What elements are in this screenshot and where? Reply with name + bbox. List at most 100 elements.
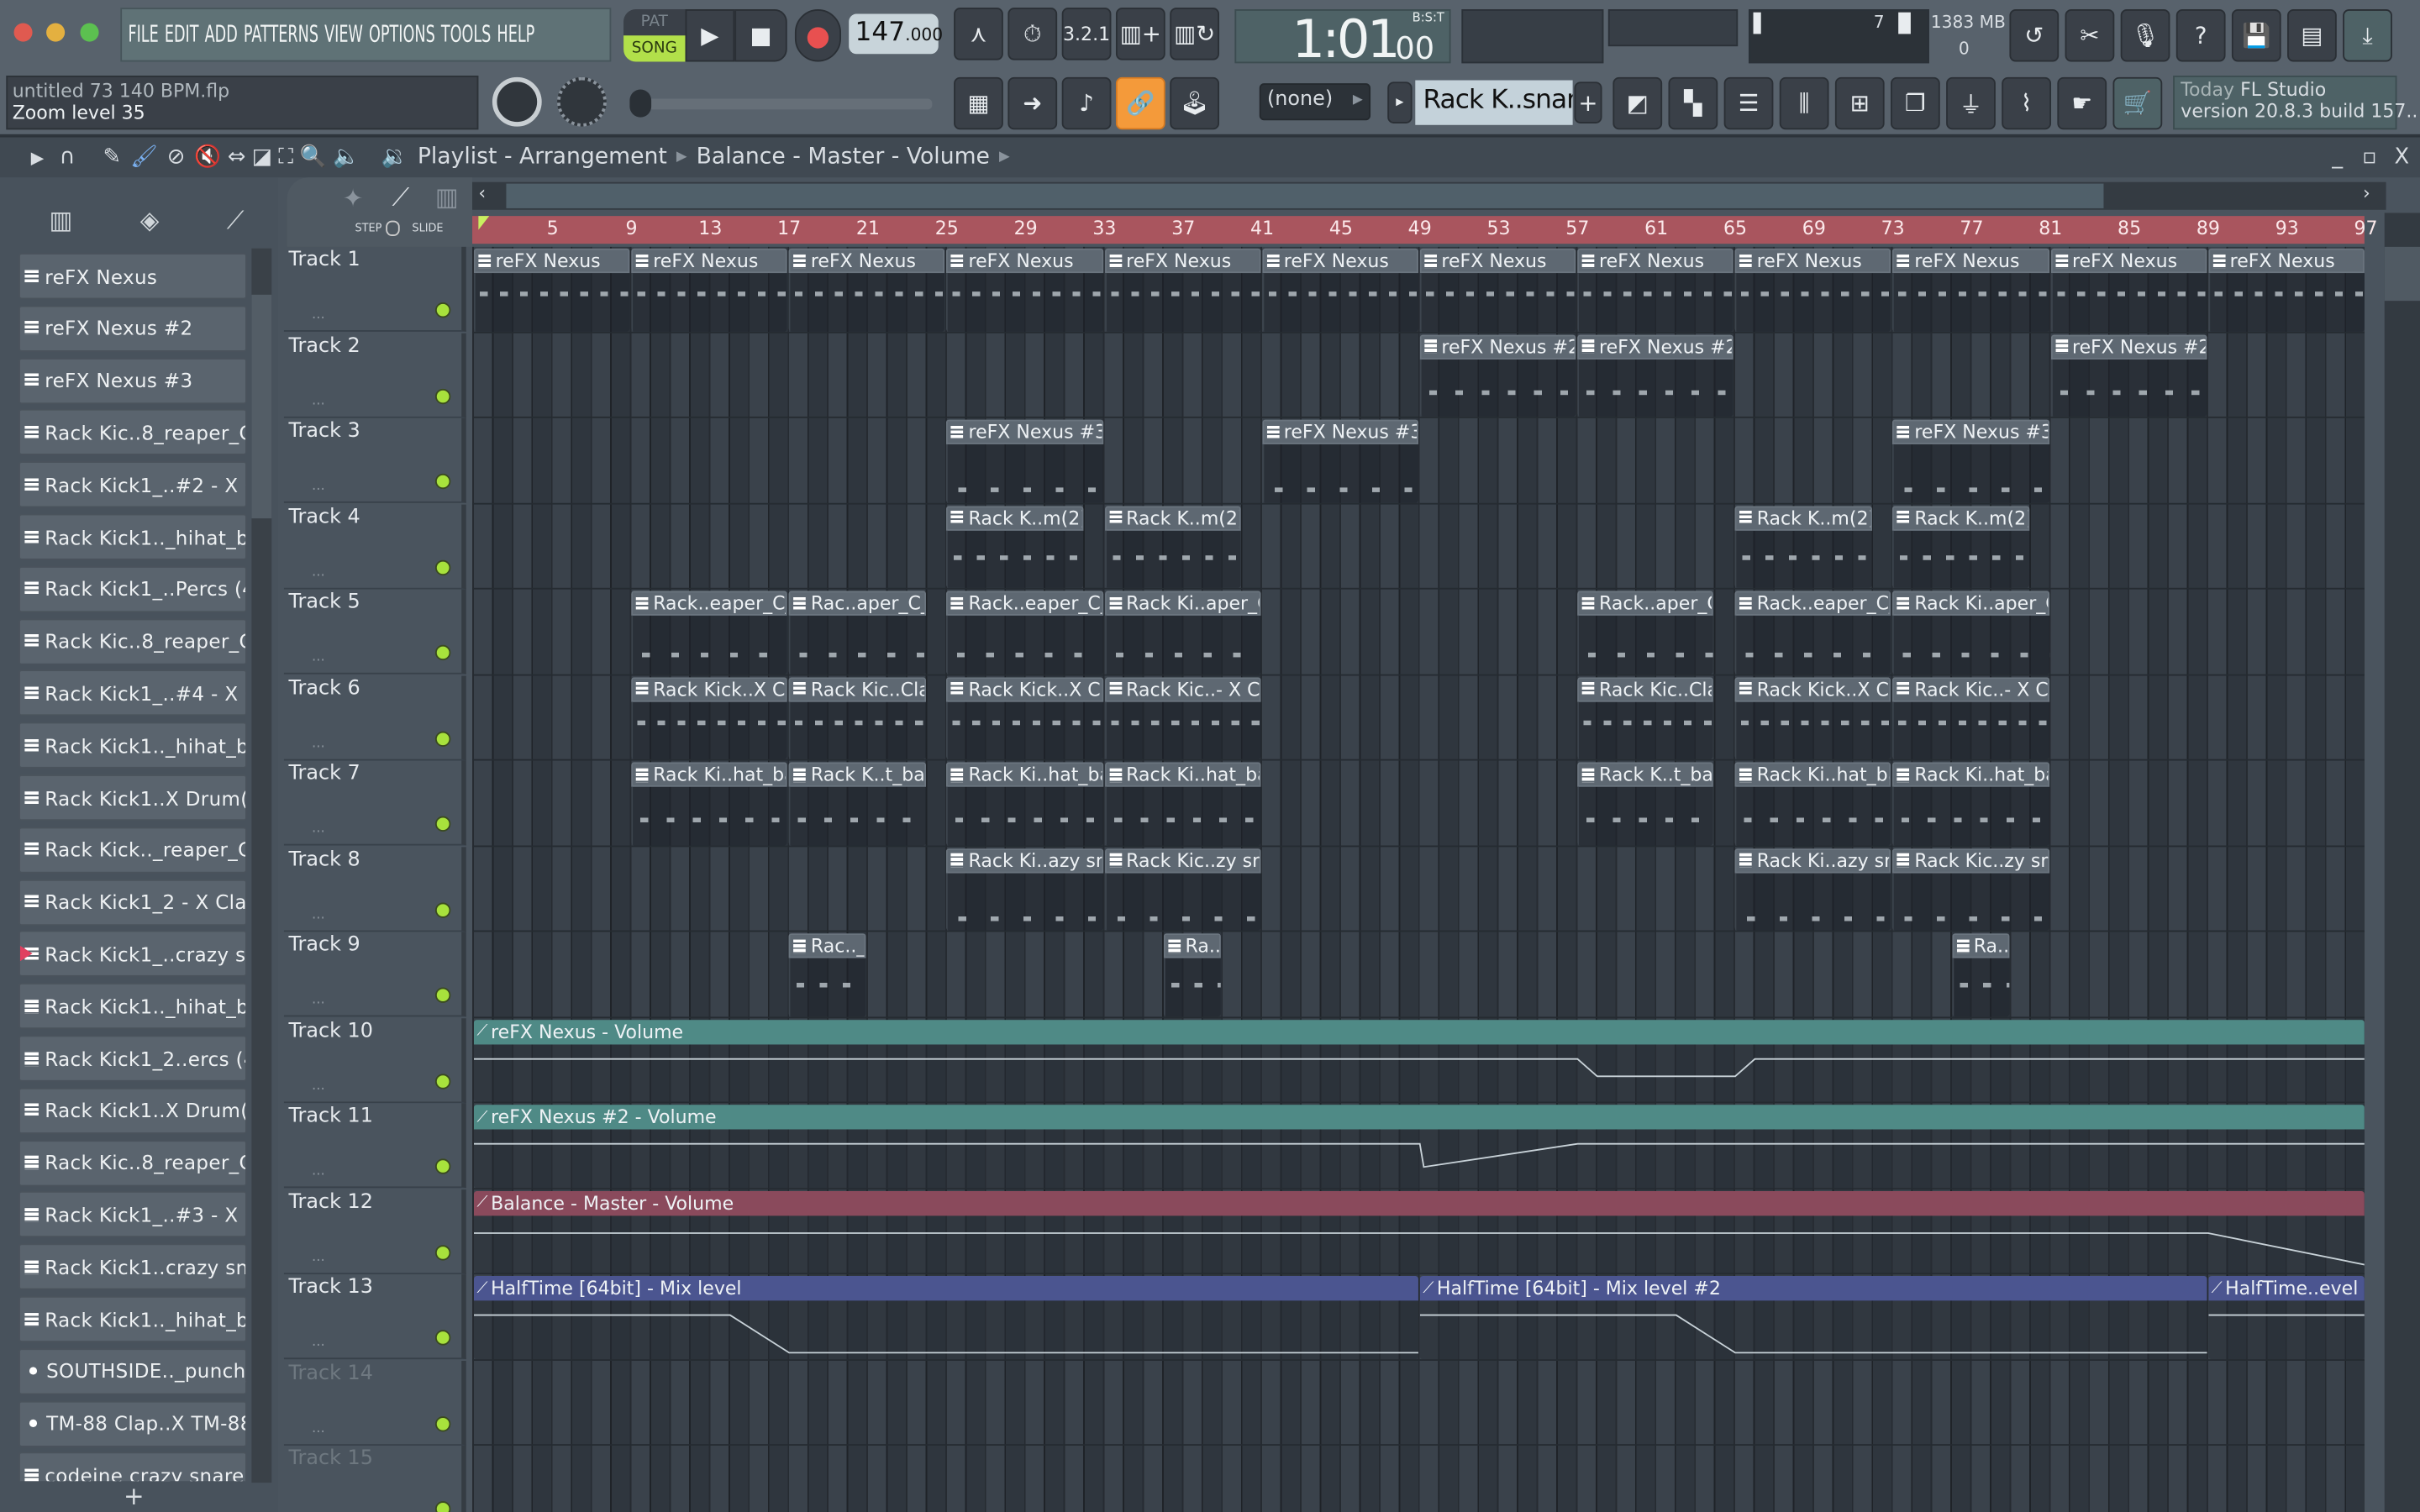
clip-header[interactable]: reFX Nexus: [1734, 248, 1891, 274]
pattern-clip[interactable]: Rack Ki..hat_bars: [1734, 762, 1891, 845]
scroll-left-icon[interactable]: ‹: [478, 182, 486, 204]
track-menu-icon[interactable]: ···: [312, 911, 325, 927]
clip-header[interactable]: Rack..eaper_C_2: [631, 591, 788, 616]
shop-button[interactable]: 🛒: [2112, 76, 2163, 130]
metronome-button[interactable]: ⋏: [954, 8, 1003, 60]
clip-header[interactable]: Rack Ki..azy snare: [1734, 848, 1891, 873]
pattern-clip[interactable]: Rack Ki..hat_bars: [1892, 762, 2049, 845]
pattern-clip[interactable]: reFX Nexus: [631, 248, 788, 331]
track-mute-led[interactable]: [434, 387, 451, 404]
breadcrumb-target[interactable]: Balance - Master - Volume: [697, 145, 990, 170]
track-menu-icon[interactable]: ···: [312, 1082, 325, 1097]
clip-header[interactable]: Rack Ki..hat_bars: [946, 762, 1103, 787]
picker-item[interactable]: codeine crazy snare: [18, 1452, 247, 1482]
pattern-clip[interactable]: Rack Kic..zy snare: [1104, 848, 1261, 931]
play-button[interactable]: ▶: [685, 9, 735, 62]
pattern-clip[interactable]: Rack Kick..X Clap: [946, 676, 1103, 759]
clip-header[interactable]: Rack Kic..zy snare: [1892, 848, 2049, 873]
clip-header[interactable]: Rack Ki..hat_bars: [1892, 762, 2049, 787]
pattern-clip[interactable]: Rack Kic..zy snare: [1892, 848, 2049, 931]
track-menu-icon[interactable]: ···: [312, 312, 325, 327]
master-volume-knob[interactable]: [492, 76, 542, 127]
stop-button[interactable]: ■: [734, 9, 787, 62]
picker-item[interactable]: Rack Kick1..X Drum(2)_2: [18, 774, 247, 822]
breadcrumb-playlist[interactable]: Playlist - Arrangement: [418, 145, 667, 170]
snap-selector[interactable]: (none) ▸: [1259, 83, 1371, 121]
clip-header[interactable]: Rac.._2: [789, 933, 867, 958]
clip-header[interactable]: reFX Nexus: [1104, 248, 1261, 274]
paint-brush-icon[interactable]: 🖌: [130, 145, 158, 170]
playback-icon[interactable]: 🔈: [333, 145, 360, 170]
clip-header[interactable]: Rack Ki..hat_bars: [1104, 762, 1261, 787]
track-mute-led[interactable]: [434, 1244, 451, 1260]
track-mute-led[interactable]: [434, 1415, 451, 1431]
pattern-prev-button[interactable]: ▸: [1387, 81, 1413, 123]
clip-header[interactable]: reFX Nexus: [946, 248, 1103, 274]
channel-rack-button[interactable]: ▚: [1668, 76, 1718, 130]
clip-header[interactable]: Rack K..m(2)_2: [1892, 505, 2029, 530]
clip-header[interactable]: reFX Nexus #3: [1262, 419, 1418, 444]
clip-header[interactable]: ⟋ HalfTime [64bit] - Mix level: [473, 1275, 1418, 1301]
track-header[interactable]: Track 2 ···: [283, 332, 466, 417]
pattern-selector[interactable]: Rack K..snare: [1415, 80, 1573, 125]
piano-roll-button[interactable]: ◩: [1612, 76, 1663, 130]
step-toggle[interactable]: [386, 220, 400, 237]
clip-header[interactable]: reFX Nexus: [1577, 248, 1734, 274]
clip-header[interactable]: reFX Nexus: [631, 248, 788, 274]
clip-header[interactable]: Rack Ki..aper_C_2: [1892, 591, 2049, 616]
pat-song-toggle[interactable]: PAT SONG: [623, 9, 686, 62]
track-mute-led[interactable]: [434, 644, 451, 661]
vertical-scroll-thumb[interactable]: [2384, 246, 2420, 302]
step-edit-button[interactable]: ▥+: [1115, 8, 1165, 60]
browser-button[interactable]: ⊞: [1834, 76, 1885, 130]
track-menu-icon[interactable]: ···: [312, 1168, 325, 1183]
picker-scrollbar[interactable]: [251, 248, 272, 1483]
tempo-display[interactable]: 147.000: [849, 13, 943, 55]
picker-item[interactable]: reFX Nexus #3: [18, 357, 247, 404]
slip-icon[interactable]: ⇔: [228, 145, 246, 170]
clip-header[interactable]: Rack..aper_C_2: [1577, 591, 1714, 616]
pattern-clip[interactable]: Rack Ki..aper_C_2: [1104, 591, 1261, 674]
pat-mode[interactable]: PAT: [623, 9, 685, 35]
picker-item[interactable]: reFX Nexus: [18, 253, 247, 300]
automation-clip[interactable]: ⟋ Balance - Master - Volume: [473, 1190, 2365, 1273]
track-header[interactable]: Track 3 ···: [283, 417, 466, 503]
picker-item[interactable]: Rack Kick1.._hihat_bars: [18, 722, 247, 769]
plugin-picker-button[interactable]: ⌇: [2002, 76, 2052, 130]
add-button[interactable]: +: [124, 1481, 145, 1510]
track-header[interactable]: Track 7 ···: [283, 760, 466, 846]
zoom-window-button[interactable]: [80, 23, 99, 42]
countdown-button[interactable]: 3.2.1: [1061, 8, 1112, 60]
track-header[interactable]: Track 14 ···: [283, 1360, 466, 1446]
slice-icon[interactable]: ◪: [252, 145, 272, 170]
automation-clip[interactable]: ⟋ reFX Nexus - Volume: [473, 1019, 2365, 1102]
pattern-clip[interactable]: Rack K..m(2)_2: [1734, 505, 1872, 588]
pattern-clip[interactable]: reFX Nexus: [1104, 248, 1261, 331]
picker-item[interactable]: Rack Kick1_..#2 - X Clap: [18, 461, 247, 508]
track-mute-led[interactable]: [434, 1501, 451, 1512]
clip-header[interactable]: reFX Nexus: [2050, 248, 2207, 274]
track-header[interactable]: Track 1 ···: [283, 246, 466, 332]
track-header[interactable]: Track 6 ···: [283, 675, 466, 760]
pattern-clip[interactable]: Rack..eaper_C_2: [631, 591, 788, 674]
mixer-button[interactable]: ⫼: [1779, 76, 1829, 130]
news-panel[interactable]: Today FL Studio version 20.8.3 build 157…: [2173, 76, 2417, 130]
pattern-clip[interactable]: reFX Nexus: [1577, 248, 1734, 331]
clip-header[interactable]: reFX Nexus: [473, 248, 630, 274]
clip-header[interactable]: ⟋ HalfTime [64bit] - Mix level #2: [1419, 1275, 2207, 1301]
download-button[interactable]: ⤓: [2343, 9, 2392, 62]
playhead-marker[interactable]: [478, 216, 490, 230]
menu-edit[interactable]: EDIT: [165, 20, 199, 48]
clip-header[interactable]: reFX Nexus #3: [946, 419, 1103, 444]
track-header[interactable]: Track 8 ···: [283, 846, 466, 932]
picker-item[interactable]: Rack Kick1_..Percs (4)_2: [18, 565, 247, 612]
plugin-database-button[interactable]: ⏚: [1946, 76, 1996, 130]
picker-item[interactable]: Rack Kick1_2 - X Clap: [18, 879, 247, 926]
clip-header[interactable]: Rack Ki..hat_bars: [631, 762, 788, 787]
automation-clip[interactable]: ⟋ HalfTime [64bit] - Mix level #2: [1419, 1275, 2207, 1359]
clip-header[interactable]: Rack Kic..Clap: [1577, 676, 1714, 701]
undo-button[interactable]: ↺: [2009, 9, 2060, 62]
timeline-ruler[interactable]: 5 9 13 17 21 25 29 33 37 41 45 49 53 57 61 65 69 73 77 81 85…: [472, 216, 2378, 244]
link-button[interactable]: 🔗: [1115, 76, 1165, 130]
track-mute-led[interactable]: [434, 1330, 451, 1346]
